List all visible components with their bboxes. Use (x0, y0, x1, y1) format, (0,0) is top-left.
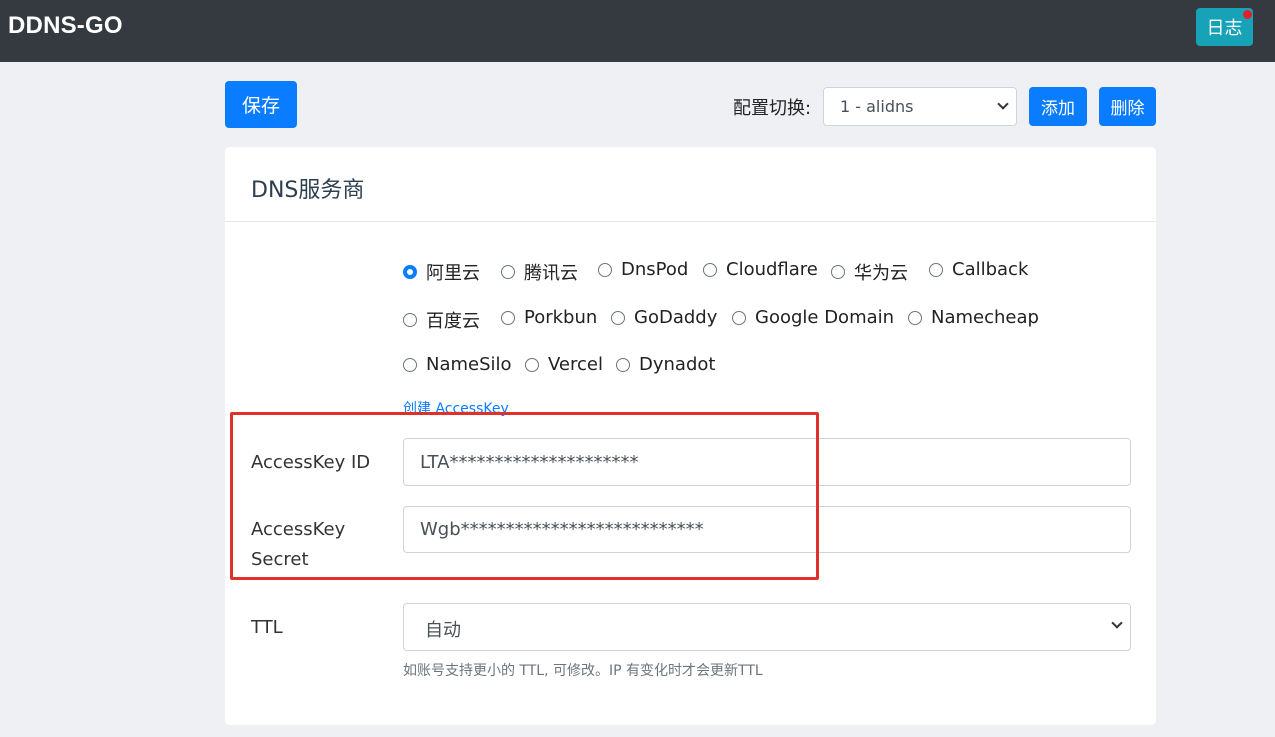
radio-label: Cloudflare (726, 259, 818, 280)
radio-icon (831, 265, 845, 279)
radio-namecheap[interactable]: Namecheap (908, 307, 1039, 328)
radio-cloudflare[interactable]: Cloudflare (703, 259, 818, 280)
radio-porkbun[interactable]: Porkbun (501, 307, 597, 328)
radio-label: Callback (952, 259, 1029, 280)
radio-huawei-cloud[interactable]: 华为云 (831, 259, 908, 285)
radio-baidu-cloud[interactable]: 百度云 (403, 307, 480, 333)
radio-icon (732, 310, 746, 325)
radio-icon (598, 262, 612, 277)
radio-google-domain[interactable]: Google Domain (732, 307, 894, 328)
radio-godaddy[interactable]: GoDaddy (611, 307, 717, 328)
highlight-box (230, 412, 819, 580)
top-navbar: DDNS-GO (0, 0, 1275, 62)
radio-label: 阿里云 (426, 263, 480, 284)
radio-tencent-cloud[interactable]: 腾讯云 (501, 259, 578, 285)
radio-label: Vercel (548, 354, 603, 375)
radio-namesilo[interactable]: NameSilo (403, 354, 512, 375)
radio-label: GoDaddy (634, 307, 718, 328)
card-header: DNS服务商 (225, 147, 1156, 222)
notification-dot (1243, 10, 1252, 19)
radio-label: Namecheap (931, 307, 1039, 328)
radio-icon (703, 262, 717, 277)
config-switch-label: 配置切换: (733, 98, 812, 119)
card-title: DNS服务商 (251, 178, 365, 203)
radio-dnspod[interactable]: DnsPod (598, 259, 688, 280)
radio-icon (501, 265, 515, 279)
radio-label: Google Domain (755, 307, 895, 328)
radio-selected-icon (403, 265, 417, 279)
radio-icon (501, 310, 515, 325)
ttl-select-value: 自动 (425, 620, 461, 641)
radio-icon (611, 310, 625, 325)
radio-icon (908, 310, 922, 325)
radio-icon (403, 313, 417, 327)
radio-label: 腾讯云 (524, 263, 578, 284)
radio-label: 百度云 (426, 311, 480, 332)
radio-label: DnsPod (621, 259, 689, 280)
chevron-down-icon (997, 98, 1009, 110)
radio-icon (403, 357, 417, 372)
config-select-value: 1 - alidns (840, 97, 914, 116)
ttl-label: TTL (251, 617, 283, 638)
radio-label: Porkbun (524, 307, 598, 328)
ttl-select[interactable]: 自动 (403, 603, 1131, 651)
radio-label: NameSilo (426, 354, 512, 375)
radio-aliyun[interactable]: 阿里云 (403, 259, 480, 285)
radio-label: 华为云 (854, 263, 908, 284)
radio-dynadot[interactable]: Dynadot (616, 354, 715, 375)
radio-icon (616, 357, 630, 372)
radio-icon (929, 262, 943, 277)
save-button[interactable]: 保存 (225, 81, 297, 128)
chevron-down-icon (1111, 617, 1123, 629)
ttl-hint: 如账号支持更小的 TTL, 可修改。IP 有变化时才会更新TTL (403, 663, 763, 679)
radio-icon (525, 357, 539, 372)
add-config-button[interactable]: 添加 (1029, 87, 1087, 126)
config-select[interactable]: 1 - alidns (823, 87, 1017, 126)
app-brand[interactable]: DDNS-GO (8, 12, 123, 40)
radio-label: Dynadot (639, 354, 716, 375)
delete-config-button[interactable]: 删除 (1099, 87, 1156, 126)
radio-vercel[interactable]: Vercel (525, 354, 603, 375)
radio-callback[interactable]: Callback (929, 259, 1028, 280)
